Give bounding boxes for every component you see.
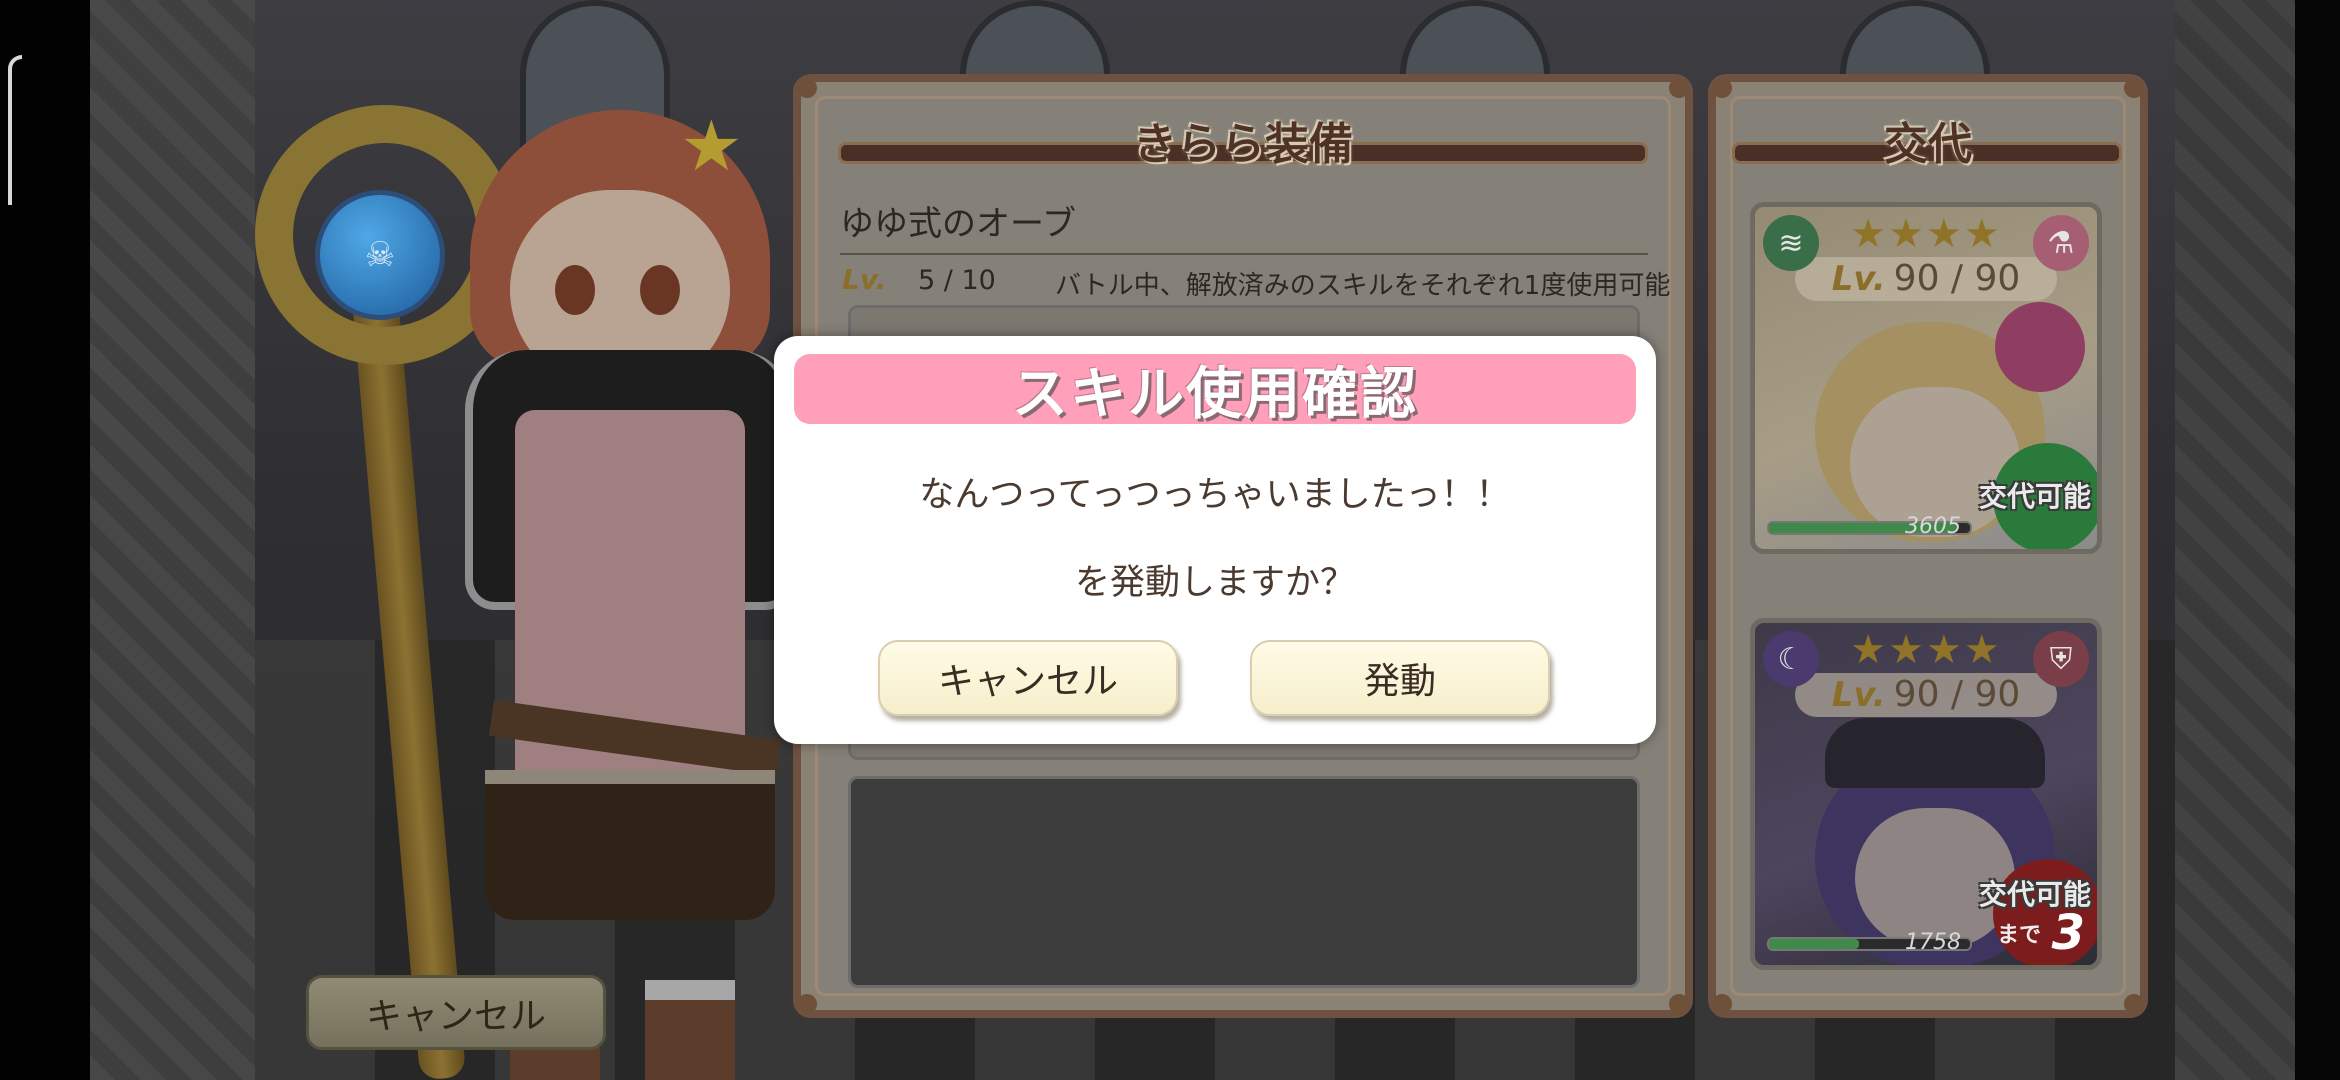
card-level-value: 90 / 90 — [1893, 674, 2021, 715]
star-hairclip-icon: ★ — [680, 105, 743, 187]
equipment-level: 5 / 10 — [918, 265, 996, 296]
panel-corner — [2124, 78, 2144, 98]
swap-status-suffix: まで — [1996, 923, 2041, 948]
character-boot — [645, 980, 735, 1080]
panel-corner — [1712, 78, 1732, 98]
screen-edge-right — [2295, 0, 2340, 1080]
staff — [349, 269, 467, 1080]
card-level: Lv. 90 / 90 — [1795, 257, 2057, 301]
skill-detail-box — [848, 776, 1640, 988]
moon-icon: ☾ — [1763, 631, 1819, 687]
character-eye — [555, 265, 595, 315]
orb-icon: ☠ — [315, 190, 445, 320]
panel-corner — [797, 78, 817, 98]
pattern-border-left — [90, 0, 255, 1080]
level-label: Lv. — [1831, 259, 1886, 299]
character-illustration: ☠ ★ — [255, 50, 815, 1080]
panel-corner — [2124, 994, 2144, 1014]
dialog-activate-button[interactable]: 発動 — [1250, 640, 1550, 716]
swap-turn-count: 3 — [2051, 905, 2085, 961]
panel-corner — [797, 994, 817, 1014]
hp-value: 3605 — [1905, 514, 1961, 539]
potion-icon: ⚗ — [2033, 215, 2089, 271]
character-skirt — [485, 770, 775, 920]
panel-corner — [1669, 994, 1689, 1014]
card-level: Lv. 90 / 90 — [1795, 673, 2057, 717]
dialog-header: スキル使用確認 — [794, 354, 1636, 427]
confirm-question: を発動しますか？ — [1074, 563, 1355, 603]
skill-name: なんつってっつっちゃいましたっ！！ — [919, 475, 1511, 515]
panel-corner — [1669, 78, 1689, 98]
cancel-button[interactable]: キャンセル — [306, 975, 606, 1050]
hp-fill — [1769, 939, 1860, 949]
swap-panel-title: 交代 — [1884, 119, 1972, 170]
equipment-name: ゆゆ式のオーブ — [840, 204, 1076, 244]
wind-icon: ≋ — [1763, 215, 1819, 271]
skill-confirm-dialog: スキル使用確認 なんつってっつっちゃいましたっ！！ を発動しますか？ キャンセル… — [774, 336, 1656, 744]
panel-corner — [1712, 994, 1732, 1014]
level-label: Lv. — [842, 263, 887, 296]
equipment-description: バトル中、解放済みのスキルをそれぞれ1度使用可能 — [1055, 271, 1671, 301]
level-label: Lv. — [1831, 675, 1886, 715]
shield-icon: ⛨ — [2033, 631, 2089, 687]
hp-value: 1758 — [1905, 930, 1961, 955]
dialog-title: スキル使用確認 — [1012, 361, 1418, 427]
portrait-hat — [1825, 718, 2045, 788]
dialog-cancel-button[interactable]: キャンセル — [878, 640, 1178, 716]
flower-icon — [1995, 302, 2085, 392]
pattern-border-right — [2175, 0, 2295, 1080]
bezel-mark — [8, 55, 22, 205]
character-card[interactable]: ★★★★ Lv. 90 / 90 ☾ ⛨ 1758 交代可能 まで 3 — [1750, 618, 2102, 970]
divider — [840, 253, 1648, 255]
swap-status: 交代可能 — [1978, 480, 2091, 513]
game-screen: ☠ ★ キャンセル きらら装備 ゆゆ式のオーブ Lv. 5 / 10 バトル中、… — [0, 0, 2340, 1080]
character-eye — [640, 265, 680, 315]
character-card[interactable]: ★★★★ Lv. 90 / 90 ≋ ⚗ 3605 交代可能 — [1750, 202, 2102, 554]
equipment-panel-title: きらら装備 — [1133, 119, 1353, 170]
card-level-value: 90 / 90 — [1893, 258, 2021, 299]
